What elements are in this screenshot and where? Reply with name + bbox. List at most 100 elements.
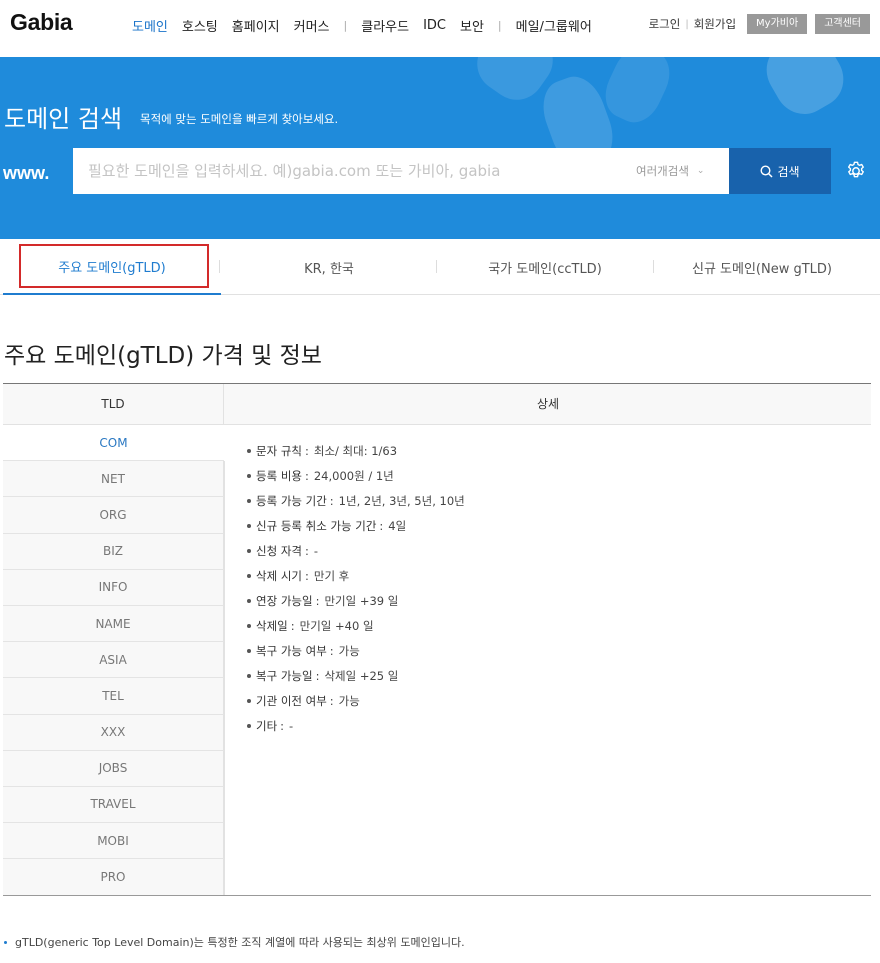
tld-item-org[interactable]: ORG [3, 497, 224, 534]
tld-item-mobi[interactable]: MOBI [3, 823, 224, 860]
page-subtitle: 목적에 맞는 도메인을 빠르게 찾아보세요. [140, 112, 339, 126]
detail-colon: : [329, 693, 334, 708]
signup-link[interactable]: 회원가입 [694, 16, 736, 32]
page-title: 도메인 검색 [4, 105, 123, 133]
tld-item-pro[interactable]: PRO [3, 859, 224, 896]
detail-colon: : [315, 668, 320, 683]
detail-value: - [313, 543, 319, 558]
search-icon [760, 164, 773, 178]
detail-value: - [289, 718, 294, 733]
detail-label: 삭제 시기 [256, 568, 302, 583]
table-header: TLD 상세 [3, 384, 871, 425]
tld-list: COM NET ORG BIZ INFO NAME ASIA TEL XXX J… [3, 425, 224, 896]
tld-item-xxx[interactable]: XXX [3, 714, 224, 751]
gtld-info-table: TLD 상세 COM NET ORG BIZ INFO NAME ASIA TE… [3, 383, 871, 896]
detail-colon: : [290, 618, 295, 633]
highlight-box [19, 244, 209, 288]
search-button-label: 검색 [777, 164, 800, 179]
nav-security[interactable]: 보안 [460, 16, 484, 35]
detail-colon: : [304, 443, 309, 458]
section-title: 주요 도메인(gTLD) 가격 및 정보 [4, 343, 322, 369]
domain-search-input[interactable] [73, 148, 729, 194]
bullet-icon [247, 723, 251, 728]
tab-new-gtld[interactable]: 신규 도메인(New gTLD) [654, 239, 870, 295]
tab-kr-label: KR, 한국 [304, 261, 354, 277]
bullet-icon [247, 548, 251, 553]
nav-mail-groupware[interactable]: 메일/그룹웨어 [516, 16, 592, 35]
detail-colon: : [315, 593, 320, 608]
utility-menu: 로그인 | 회원가입 My가비아 고객센터 [649, 14, 870, 34]
nav-domain[interactable]: 도메인 [132, 16, 168, 35]
detail-value: 만기일 +39 일 [324, 593, 399, 608]
column-divider [224, 461, 225, 895]
tld-item-com[interactable]: COM [3, 425, 224, 462]
detail-label: 신청 자격 [256, 543, 302, 558]
detail-colon: : [329, 643, 334, 658]
detail-colon: : [329, 493, 334, 508]
tld-item-net[interactable]: NET [3, 461, 224, 498]
detail-item: 복구 가능 여부: 가능 [245, 638, 465, 663]
nav-hosting[interactable]: 호스팅 [182, 16, 218, 35]
bullet-icon [247, 698, 251, 703]
login-link[interactable]: 로그인 [649, 16, 681, 32]
tab-cctld[interactable]: 국가 도메인(ccTLD) [437, 239, 653, 295]
detail-value: 삭제일 +25 일 [324, 668, 399, 683]
tld-item-jobs[interactable]: JOBS [3, 750, 224, 787]
detail-item: 신청 자격: - [245, 538, 465, 563]
tld-item-name[interactable]: NAME [3, 605, 224, 643]
nav-cloud[interactable]: 클라우드 [361, 16, 409, 35]
nav-homepage[interactable]: 홈페이지 [232, 16, 280, 35]
detail-colon: : [280, 718, 285, 733]
nav-idc[interactable]: IDC [423, 18, 446, 33]
tab-separator [219, 260, 220, 273]
bullet-icon [247, 598, 251, 603]
detail-value: 1년, 2년, 3년, 5년, 10년 [338, 493, 465, 508]
detail-colon: : [304, 568, 309, 583]
detail-item: 등록 비용:24,000원 / 1년 [245, 463, 465, 488]
detail-label: 기관 이전 여부 [256, 693, 327, 708]
tld-item-biz[interactable]: BIZ [3, 533, 224, 570]
detail-item: 삭제일: 만기일 +40 일 [245, 613, 465, 638]
customer-center-button[interactable]: 고객센터 [815, 14, 870, 34]
detail-value: 가능 [338, 643, 360, 658]
bullet-icon [247, 673, 251, 678]
nav-commerce[interactable]: 커머스 [294, 16, 330, 35]
tab-kr[interactable]: KR, 한국 [221, 239, 437, 295]
tab-gtld[interactable]: 주요 도메인(gTLD) [3, 239, 221, 295]
bullet-icon [247, 498, 251, 503]
gear-icon[interactable] [845, 160, 867, 182]
tab-cctld-label: 국가 도메인(ccTLD) [488, 261, 602, 277]
bullet-icon [247, 573, 251, 578]
multi-search-label: 여러개검색 [636, 164, 689, 178]
detail-label: 복구 가능일 [256, 668, 313, 683]
my-gabia-button[interactable]: My가비아 [747, 14, 808, 34]
multi-search-dropdown[interactable]: 여러개검색 ⌄ [636, 163, 704, 179]
detail-item: 연장 가능일: 만기일 +39 일 [245, 588, 465, 613]
detail-item: 문자 규칙: 최소/ 최대: 1/63 [245, 438, 465, 463]
main-nav: 도메인 호스팅 홈페이지 커머스 | 클라우드 IDC 보안 | 메일/그룹웨어 [132, 16, 606, 35]
gabia-logo[interactable]: Gabia [10, 9, 73, 36]
tld-item-tel[interactable]: TEL [3, 678, 224, 715]
detail-item: 등록 가능 기간:1년, 2년, 3년, 5년, 10년 [245, 488, 465, 513]
bullet-icon [247, 648, 251, 653]
search-button[interactable]: 검색 [729, 148, 831, 194]
footnote-text: gTLD(generic Top Level Domain)는 특정한 조직 계… [15, 936, 465, 949]
detail-label: 복구 가능 여부 [256, 643, 327, 658]
tld-item-asia[interactable]: ASIA [3, 642, 224, 679]
util-divider: | [685, 18, 689, 30]
tld-item-travel[interactable]: TRAVEL [3, 786, 224, 824]
detail-value: 4일 [388, 518, 407, 533]
detail-colon: : [304, 543, 309, 558]
tld-detail-list: 문자 규칙: 최소/ 최대: 1/63 등록 비용:24,000원 / 1년 등록… [245, 438, 465, 738]
nav-separator: | [497, 19, 502, 32]
chevron-down-icon: ⌄ [696, 166, 705, 176]
www-prefix: www. [3, 163, 50, 183]
bullet-icon [4, 940, 7, 944]
detail-item: 기관 이전 여부: 가능 [245, 688, 465, 713]
site-header: Gabia 도메인 호스팅 홈페이지 커머스 | 클라우드 IDC 보안 | 메… [0, 0, 880, 57]
tld-item-info[interactable]: INFO [3, 569, 224, 606]
detail-label: 문자 규칙 [256, 443, 302, 458]
column-header-detail: 상세 [536, 397, 560, 411]
detail-colon: : [379, 518, 384, 533]
detail-item: 기타: - [245, 713, 465, 738]
